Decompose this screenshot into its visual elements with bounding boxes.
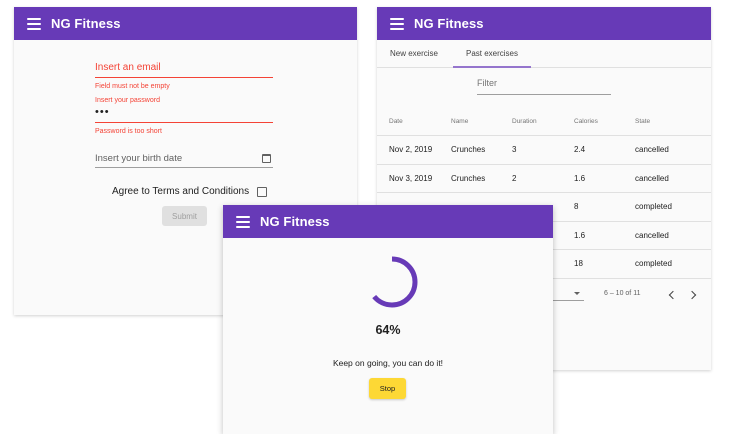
- email-underline: [95, 77, 273, 78]
- cell-state: cancelled: [635, 145, 669, 155]
- cell-duration: 3: [512, 145, 517, 155]
- header-state[interactable]: State: [635, 108, 650, 135]
- brand-title: NG Fitness: [51, 16, 121, 31]
- tab-past-exercises[interactable]: Past exercises: [453, 40, 531, 68]
- table-row: Nov 2, 2019 Crunches 3 2.4 cancelled: [377, 136, 711, 165]
- filter-underline: [477, 94, 611, 95]
- progress-percent: 64%: [375, 323, 401, 337]
- password-field[interactable]: •••: [95, 106, 110, 118]
- table-header-row: Date Name Duration Calories State: [377, 108, 711, 136]
- password-error: Password is too short: [95, 128, 162, 135]
- previous-page-icon[interactable]: [668, 290, 678, 300]
- terms-row: Agree to Terms and Conditions: [112, 186, 268, 197]
- calendar-icon[interactable]: [262, 154, 271, 163]
- menu-icon[interactable]: [27, 17, 41, 30]
- terms-checkbox[interactable]: [257, 186, 268, 197]
- active-tab-indicator: [453, 66, 531, 68]
- page-range-label: 6 – 10 of 11: [604, 290, 641, 297]
- cell-date: Nov 2, 2019: [389, 145, 433, 155]
- submit-button[interactable]: Submit: [162, 206, 207, 226]
- header-calories[interactable]: Calories: [574, 108, 598, 135]
- table-row: Nov 3, 2019 Crunches 2 1.6 cancelled: [377, 165, 711, 193]
- cell-state: completed: [635, 202, 672, 212]
- cell-calories: 1.6: [574, 173, 586, 183]
- filter-input[interactable]: Filter: [477, 78, 611, 95]
- birthdate-placeholder: Insert your birth date: [95, 153, 183, 164]
- training-toolbar: NG Fitness: [223, 205, 553, 238]
- brand-title: NG Fitness: [414, 16, 484, 31]
- cell-calories: 2.4: [574, 145, 586, 155]
- next-page-icon[interactable]: [687, 290, 697, 300]
- cell-name: Crunches: [451, 173, 486, 183]
- header-name[interactable]: Name: [451, 108, 468, 135]
- page-size-select[interactable]: 5: [549, 289, 584, 301]
- cell-date: Nov 3, 2019: [389, 173, 433, 183]
- brand-title: NG Fitness: [260, 214, 330, 229]
- menu-icon[interactable]: [236, 215, 250, 228]
- stop-button[interactable]: Stop: [369, 378, 406, 399]
- cell-calories: 18: [574, 259, 583, 269]
- cell-state: cancelled: [635, 173, 669, 183]
- signup-toolbar: NG Fitness: [14, 7, 357, 40]
- email-placeholder: Insert an email: [95, 62, 161, 73]
- cell-calories: 8: [574, 202, 579, 212]
- menu-icon[interactable]: [390, 17, 404, 30]
- header-date[interactable]: Date: [389, 108, 403, 135]
- birthdate-field[interactable]: Insert your birth date: [95, 153, 273, 169]
- training-panel: NG Fitness 64% Keep on going, you can do…: [223, 205, 553, 434]
- cell-name: Crunches: [451, 145, 486, 155]
- birthdate-underline: [95, 167, 273, 168]
- cell-state: completed: [635, 259, 672, 269]
- progress-spinner: [366, 256, 418, 308]
- cell-state: cancelled: [635, 230, 669, 240]
- header-duration[interactable]: Duration: [512, 108, 537, 135]
- cell-duration: 2: [512, 173, 517, 183]
- email-field[interactable]: Insert an email: [95, 62, 273, 78]
- exercise-tabs: New exercise Past exercises: [377, 40, 711, 68]
- progress-arc: [366, 256, 418, 308]
- tab-new-exercise[interactable]: New exercise: [377, 40, 451, 67]
- password-underline: [95, 122, 273, 123]
- dropdown-arrow-icon: [574, 292, 580, 295]
- password-label: Insert your password: [95, 97, 160, 104]
- exercises-toolbar: NG Fitness: [377, 7, 711, 40]
- email-error: Field must not be empty: [95, 83, 170, 90]
- tab-past-exercises-label: Past exercises: [465, 49, 519, 58]
- filter-placeholder: Filter: [477, 78, 497, 88]
- encouragement-message: Keep on going, you can do it!: [332, 358, 444, 368]
- cell-calories: 1.6: [574, 230, 586, 240]
- terms-label: Agree to Terms and Conditions: [112, 186, 250, 197]
